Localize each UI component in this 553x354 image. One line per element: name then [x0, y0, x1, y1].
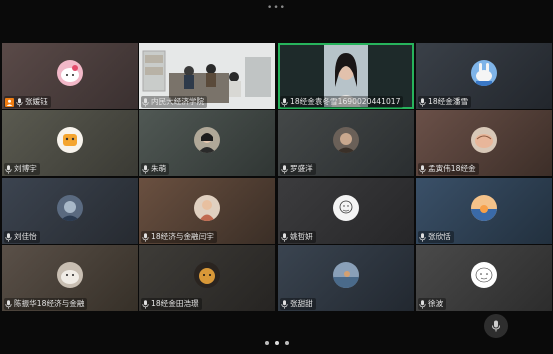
microphone-icon: [16, 97, 23, 107]
participant-avatar: [471, 195, 497, 221]
participant-tile[interactable]: 内民大经济学院: [139, 43, 275, 109]
bottom-bar: [0, 312, 553, 354]
participant-name: 18经金田浩璟: [151, 299, 199, 308]
participant-name: 张媛钰: [25, 97, 48, 106]
microphone-icon: [5, 232, 12, 242]
page-dot[interactable]: [274, 341, 279, 345]
participant-tile[interactable]: 刘博宇: [2, 110, 138, 176]
microphone-icon: [142, 299, 149, 309]
participant-avatar: [57, 127, 83, 153]
participant-tile[interactable]: 陈振华18经济与金融: [2, 245, 138, 311]
page-indicator[interactable]: [0, 341, 553, 345]
participant-avatar: [333, 195, 359, 221]
participant-name-bar: 18经金田浩璟: [141, 298, 202, 310]
participant-tile[interactable]: 张媛钰: [2, 43, 138, 109]
participant-name-bar: 姚哲妍: [280, 231, 316, 243]
participant-name: 18经济与金融闫宇: [151, 232, 214, 241]
participant-name: 徐波: [428, 299, 444, 308]
microphone-icon: [419, 232, 426, 242]
participant-avatar: [57, 195, 83, 221]
microphone-icon: [419, 299, 426, 309]
participant-name: 刘博宇: [14, 164, 37, 173]
microphone-icon: [142, 232, 149, 242]
microphone-icon: [281, 299, 288, 309]
participant-name-bar: 孟寅伟18经金: [418, 163, 479, 175]
participant-avatar: [471, 127, 497, 153]
participant-name-bar: 陈振华18经济与金融: [4, 298, 88, 310]
participant-name-bar: 徐波: [418, 298, 447, 310]
microphone-icon: [492, 320, 500, 332]
participant-avatar: [194, 195, 220, 221]
participant-name: 刘佳怡: [14, 232, 37, 241]
more-dots-icon[interactable]: •••: [0, 3, 553, 13]
participant-name: 陈振华18经济与金融: [14, 299, 85, 308]
participant-avatar: [194, 127, 220, 153]
participant-avatar: [333, 127, 359, 153]
participant-name-bar: 罗盛洋: [280, 163, 316, 175]
microphone-icon: [5, 164, 12, 174]
participant-avatar: [57, 262, 83, 288]
participant-name: 内民大经济学院: [151, 97, 205, 106]
participant-tile[interactable]: 朱萌: [139, 110, 275, 176]
participant-name-bar: 张甜甜: [280, 298, 316, 310]
participant-name: 18经金潘雪: [428, 97, 469, 106]
participant-name: 张甜甜: [290, 299, 313, 308]
microphone-icon: [281, 232, 288, 242]
participant-avatar: [57, 60, 83, 86]
microphone-icon: [281, 164, 288, 174]
participant-tile[interactable]: 18经金田浩璟: [139, 245, 275, 311]
participant-avatar: [194, 262, 220, 288]
participant-name-bar: 张媛钰: [4, 96, 51, 108]
microphone-icon: [281, 97, 288, 107]
participant-name-bar: 朱萌: [141, 163, 170, 175]
participant-name: 张欣恬: [428, 232, 451, 241]
participant-name: 姚哲妍: [290, 232, 313, 241]
participant-avatar: [333, 262, 359, 288]
participant-tile[interactable]: 孟寅伟18经金: [416, 110, 552, 176]
page-dot[interactable]: [264, 341, 269, 345]
participant-name-bar: 18经金袁冬雪1690020441017: [280, 96, 404, 108]
self-mic-button[interactable]: [484, 314, 508, 338]
microphone-icon: [419, 164, 426, 174]
participant-tile[interactable]: 18经金潘雪: [416, 43, 552, 109]
microphone-icon: [419, 97, 426, 107]
participant-name-bar: 张欣恬: [418, 231, 454, 243]
participant-name-bar: 内民大经济学院: [141, 96, 208, 108]
microphone-icon: [142, 164, 149, 174]
participant-tile[interactable]: 张甜甜: [278, 245, 414, 311]
participant-tile[interactable]: 姚哲妍: [278, 178, 414, 244]
participant-tile[interactable]: 徐波: [416, 245, 552, 311]
participant-avatar: [471, 262, 497, 288]
participant-tile[interactable]: 刘佳怡: [2, 178, 138, 244]
participant-avatar: [471, 60, 497, 86]
participant-name-bar: 刘佳怡: [4, 231, 40, 243]
participant-tile[interactable]: 18经济与金融闫宇: [139, 178, 275, 244]
host-icon: [5, 97, 14, 107]
participant-name: 罗盛洋: [290, 164, 313, 173]
participant-name: 孟寅伟18经金: [428, 164, 476, 173]
participant-name-bar: 18经金潘雪: [418, 96, 472, 108]
participant-tile[interactable]: 张欣恬: [416, 178, 552, 244]
microphone-icon: [5, 299, 12, 309]
participant-tile[interactable]: 18经金袁冬雪1690020441017: [278, 43, 414, 109]
participant-name: 18经金袁冬雪1690020441017: [290, 97, 401, 106]
page-dot[interactable]: [284, 341, 289, 345]
participant-name-bar: 18经济与金融闫宇: [141, 231, 217, 243]
participant-name: 朱萌: [151, 164, 167, 173]
video-grid: 张媛钰 内民大经济学院 18经金袁冬雪1690020441017 18经金潘雪 …: [2, 43, 552, 311]
microphone-icon: [142, 97, 149, 107]
participant-name-bar: 刘博宇: [4, 163, 40, 175]
participant-tile[interactable]: 罗盛洋: [278, 110, 414, 176]
